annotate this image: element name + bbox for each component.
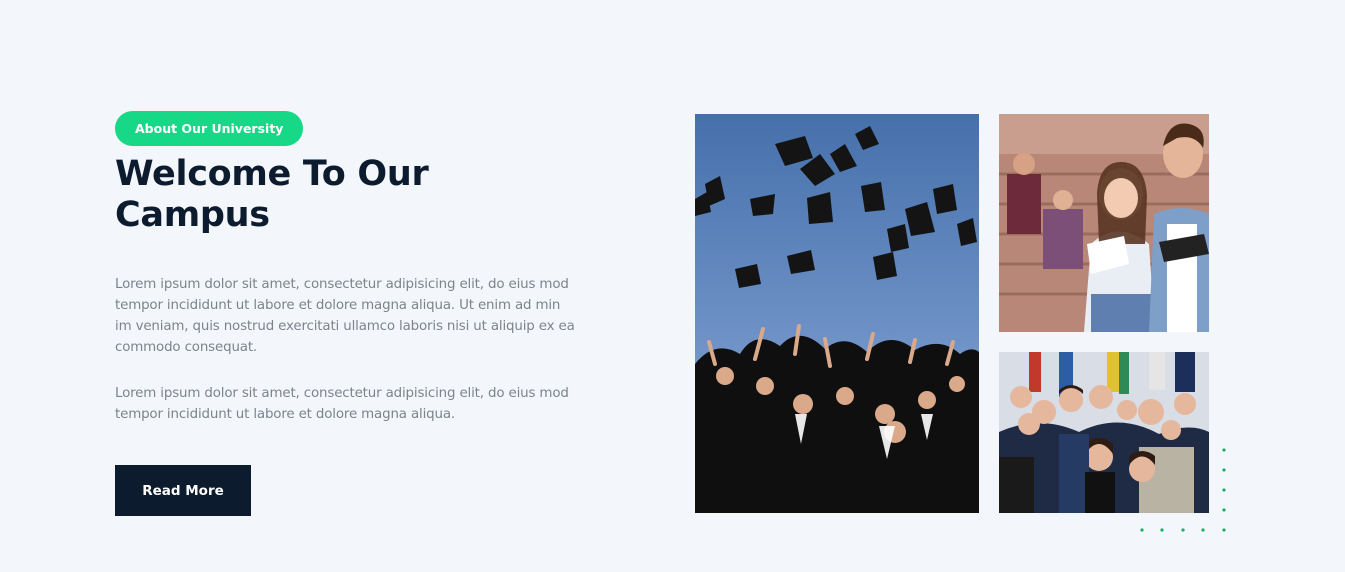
about-section: About Our University Welcome To Our Camp… (0, 0, 1345, 572)
section-badge: About Our University (115, 111, 304, 146)
secondary-paragraph: Lorem ipsum dolor sit amet, consectetur … (115, 386, 569, 422)
students-photo (999, 114, 1209, 332)
graduation-photo (695, 114, 979, 513)
intro-paragraph: Lorem ipsum dolor sit amet, consectetur … (115, 277, 575, 355)
read-more-button[interactable]: Read More (115, 465, 251, 516)
section-title: Welcome To Our Campus (115, 154, 429, 235)
dot-pattern-decoration (1130, 440, 1240, 540)
